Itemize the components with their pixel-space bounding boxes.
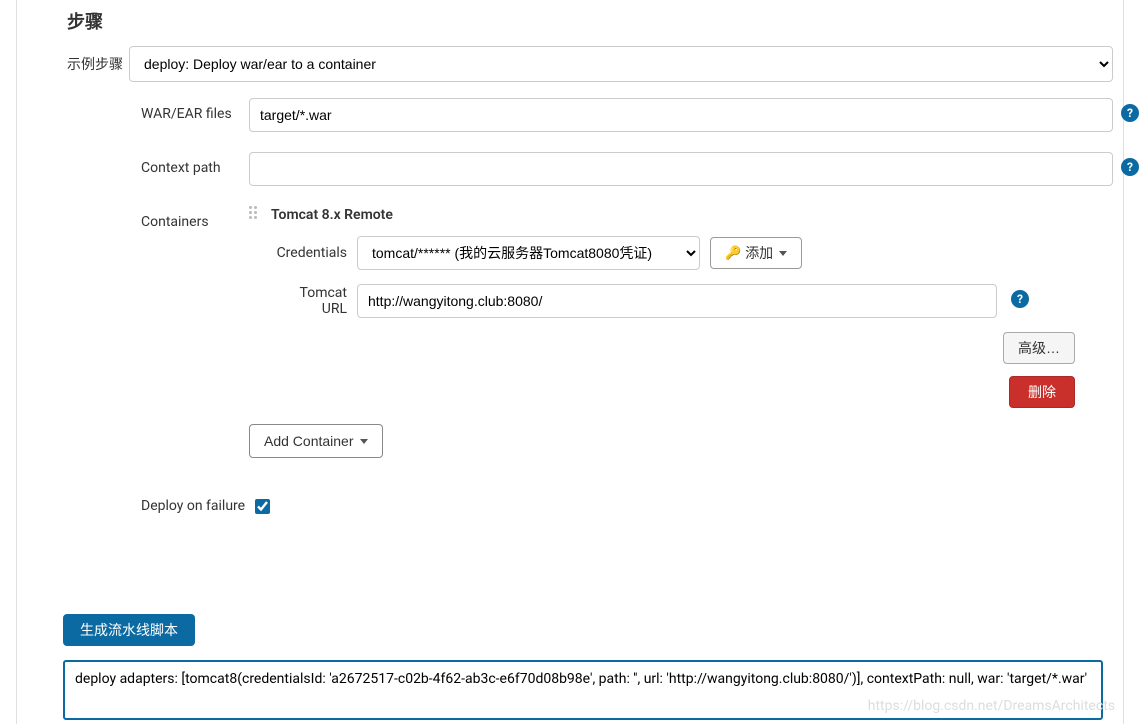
help-icon[interactable]: ? [1011, 290, 1029, 308]
drag-handle-icon[interactable] [249, 206, 261, 224]
war-ear-label: WAR/EAR files [141, 98, 249, 122]
sample-step-select[interactable]: deploy: Deploy war/ear to a container [129, 46, 1113, 82]
deploy-on-failure-row: Deploy on failure [141, 498, 1113, 514]
delete-button[interactable]: 删除 [1009, 376, 1075, 408]
context-path-label: Context path [141, 152, 249, 176]
chevron-down-icon [779, 251, 787, 256]
key-icon: 🔑 [725, 245, 741, 261]
tomcat-url-label: Tomcat URL [275, 285, 357, 317]
add-container-label: Add Container [264, 433, 354, 449]
context-path-input[interactable] [249, 152, 1113, 186]
containers-row: Containers Tomcat 8.x Remote Credentials [141, 206, 1113, 478]
sample-step-label: 示例步骤 [67, 46, 129, 74]
help-icon[interactable]: ? [1121, 158, 1139, 176]
deploy-on-failure-checkbox[interactable] [255, 499, 270, 514]
generate-script-button[interactable]: 生成流水线脚本 [63, 614, 195, 646]
help-icon[interactable]: ? [1121, 104, 1139, 122]
section-title: 步骤 [67, 0, 1123, 46]
context-path-row: Context path ? [141, 152, 1113, 186]
credentials-label: Credentials [275, 245, 357, 261]
container-item: Tomcat 8.x Remote Credentials tomcat/***… [249, 206, 1113, 408]
script-output[interactable] [63, 660, 1103, 720]
credentials-row: Credentials tomcat/****** (我的云服务器Tomcat8… [275, 236, 1113, 270]
sample-step-row: 示例步骤 deploy: Deploy war/ear to a contain… [67, 46, 1123, 82]
tomcat-url-input[interactable] [357, 284, 997, 318]
container-title: Tomcat 8.x Remote [271, 207, 393, 223]
deploy-on-failure-label: Deploy on failure [141, 498, 245, 514]
containers-label: Containers [141, 206, 249, 230]
add-credential-button[interactable]: 🔑 添加 [710, 237, 802, 269]
credentials-select[interactable]: tomcat/****** (我的云服务器Tomcat8080凭证) [357, 236, 700, 270]
war-ear-input[interactable] [249, 98, 1113, 132]
add-container-button[interactable]: Add Container [249, 424, 383, 458]
chevron-down-icon [360, 439, 368, 444]
advanced-button[interactable]: 高级… [1003, 332, 1075, 364]
war-ear-row: WAR/EAR files ? [141, 98, 1113, 132]
add-credential-label: 添加 [745, 243, 773, 263]
tomcat-url-row: Tomcat URL ? [275, 284, 1113, 318]
